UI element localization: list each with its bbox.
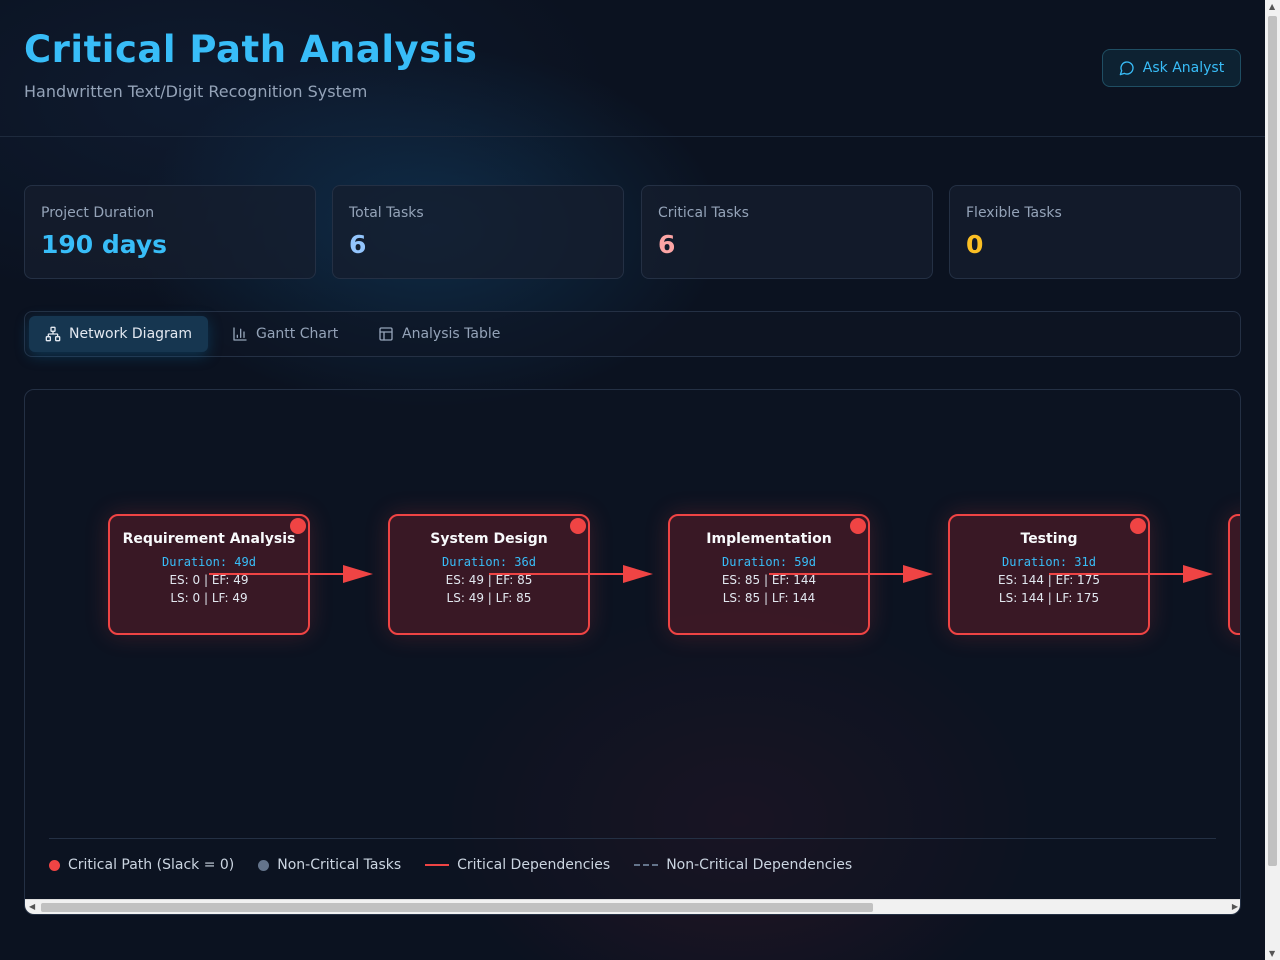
stat-card-total-tasks: Total Tasks 6 <box>332 185 624 279</box>
legend-critical-dependencies: Critical Dependencies <box>425 857 610 873</box>
gray-dot-icon <box>258 859 270 871</box>
legend: Critical Path (Slack = 0) Non-Critical T… <box>49 857 852 873</box>
tab-label: Analysis Table <box>402 326 501 342</box>
dashed-line-icon <box>634 864 659 866</box>
ask-analyst-button[interactable]: Ask Analyst <box>1102 49 1241 87</box>
stat-card-critical-tasks: Critical Tasks 6 <box>641 185 933 279</box>
chat-bubble-icon <box>1119 61 1134 76</box>
tab-network-diagram[interactable]: Network Diagram <box>29 316 209 352</box>
solid-line-icon <box>425 864 450 866</box>
legend-label: Non-Critical Tasks <box>277 857 402 873</box>
legend-non-critical-dependencies: Non-Critical Dependencies <box>634 857 852 873</box>
legend-critical-path: Critical Path (Slack = 0) <box>49 857 234 873</box>
critical-dependency-arrow <box>489 565 653 583</box>
page-subtitle: Handwritten Text/Digit Recognition Syste… <box>24 82 368 101</box>
stat-label: Project Duration <box>41 205 155 221</box>
network-diagram: Requirement Analysis Duration: 49d ES: 0… <box>24 389 1241 915</box>
horizontal-scrollbar[interactable]: ◀ ▶ <box>25 899 1240 914</box>
critical-dependency-arrow <box>769 565 933 583</box>
legend-non-critical-tasks: Non-Critical Tasks <box>258 857 401 873</box>
stat-value: 6 <box>349 230 367 259</box>
stat-label: Critical Tasks <box>658 205 749 221</box>
dependency-arrows <box>209 565 1213 583</box>
stat-value: 6 <box>658 230 676 259</box>
stat-card-project-duration: Project Duration 190 days <box>24 185 316 279</box>
red-dot-icon <box>49 859 60 871</box>
scroll-up-icon[interactable]: ▲ <box>1269 2 1275 11</box>
legend-label: Critical Dependencies <box>457 857 611 873</box>
view-tabs: Network Diagram Gantt Chart Analysis Tab… <box>24 311 1241 357</box>
stat-label: Total Tasks <box>349 205 424 221</box>
scrollbar-thumb[interactable] <box>41 903 873 912</box>
critical-dependency-arrow <box>1049 565 1213 583</box>
legend-divider <box>49 838 1216 839</box>
page-header: Critical Path Analysis Handwritten Text/… <box>0 0 1265 137</box>
scroll-right-icon[interactable]: ▶ <box>1232 902 1238 911</box>
stat-value: 0 <box>966 230 984 259</box>
stat-card-flexible-tasks: Flexible Tasks 0 <box>949 185 1241 279</box>
legend-label: Critical Path (Slack = 0) <box>68 857 235 873</box>
stat-value: 190 days <box>41 230 168 259</box>
tab-analysis-table[interactable]: Analysis Table <box>362 316 516 352</box>
scroll-down-icon[interactable]: ▼ <box>1269 949 1275 958</box>
ask-analyst-label: Ask Analyst <box>1142 60 1225 76</box>
scrollbar-thumb[interactable] <box>1268 16 1277 866</box>
tab-label: Network Diagram <box>69 326 193 342</box>
scroll-left-icon[interactable]: ◀ <box>29 902 35 911</box>
legend-label: Non-Critical Dependencies <box>666 857 853 873</box>
tab-label: Gantt Chart <box>256 326 339 342</box>
critical-dependency-arrow <box>209 565 373 583</box>
tab-gantt-chart[interactable]: Gantt Chart <box>216 316 354 352</box>
vertical-scrollbar[interactable]: ▲ ▼ <box>1265 0 1280 960</box>
table-icon <box>379 327 393 341</box>
network-icon <box>45 326 61 342</box>
page-title: Critical Path Analysis <box>24 28 478 71</box>
bar-chart-icon <box>233 327 247 341</box>
stat-label: Flexible Tasks <box>966 205 1062 221</box>
